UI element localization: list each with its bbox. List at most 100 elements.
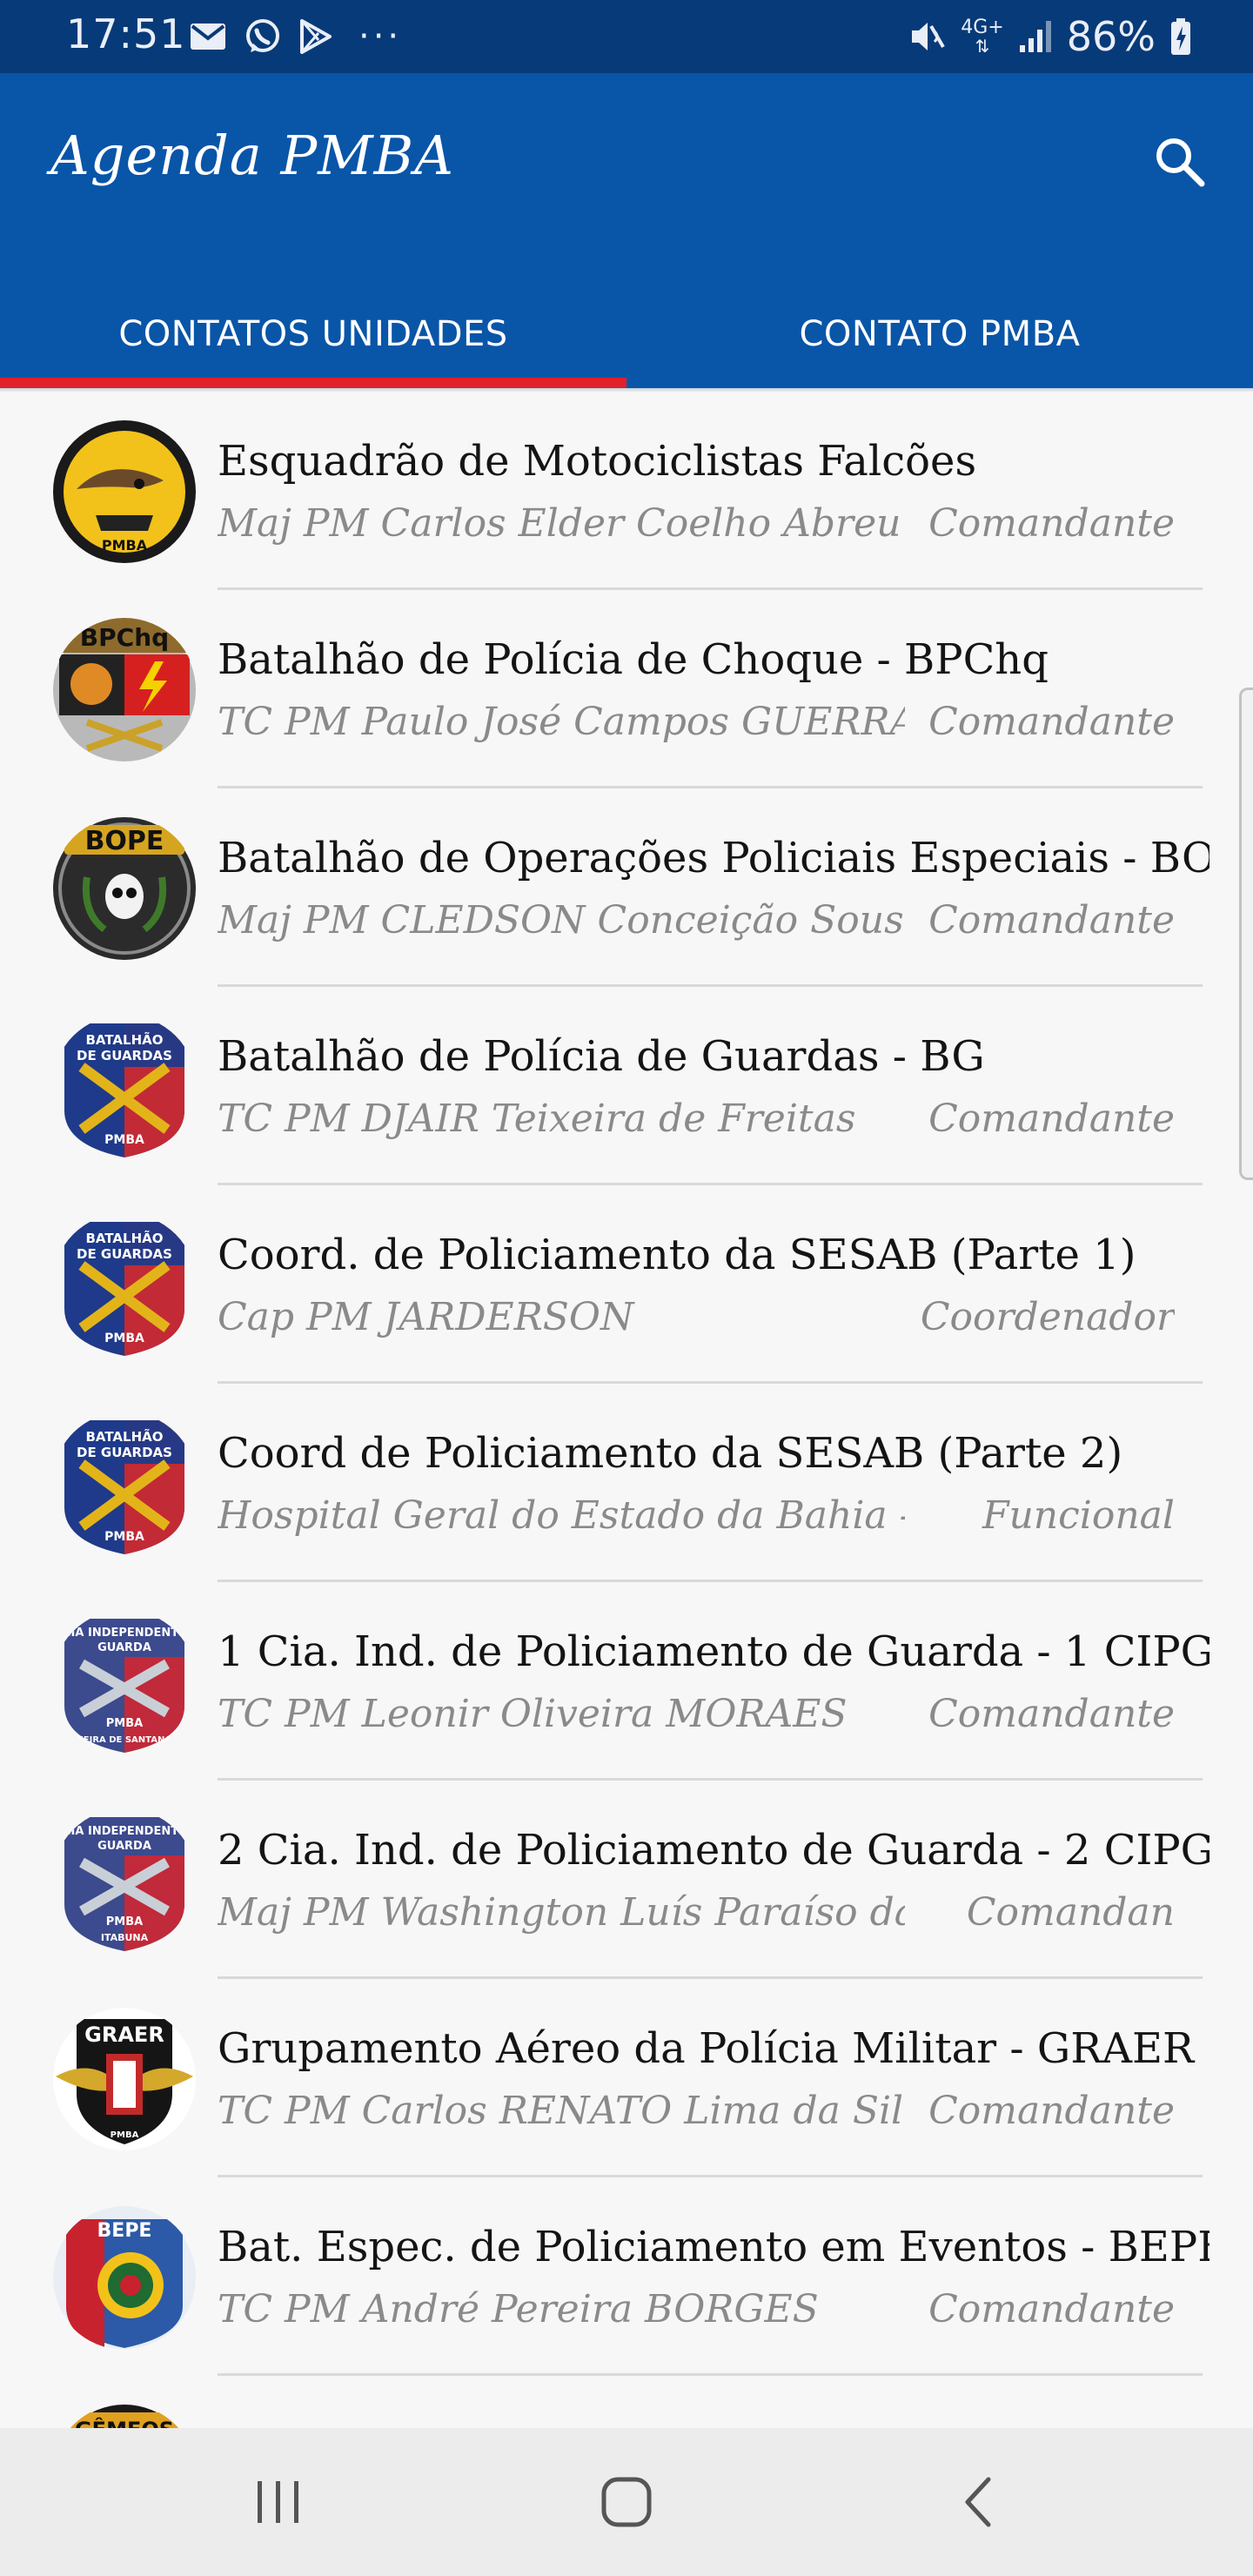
tab-bar: CONTATOS UNIDADES CONTATO PMBA <box>0 280 1253 388</box>
contact-name: Cap PM JARDERSON <box>218 1295 634 1339</box>
contact-name: Maj PM CLEDSON Conceição Sousa <box>218 898 905 943</box>
tab-label: CONTATOS UNIDADES <box>118 314 508 354</box>
svg-text:PMBA: PMBA <box>104 1332 144 1345</box>
bpchq-badge-logo: BPChq <box>52 618 197 762</box>
contact-role: Coordenador <box>920 1295 1175 1339</box>
recent-apps-icon <box>258 2481 298 2523</box>
svg-text:DE GUARDAS: DE GUARDAS <box>77 1048 172 1063</box>
bg-badge-logo: BATALHÃO DE GUARDAS PMBA <box>52 1015 197 1159</box>
falcao-badge-logo: PMBA <box>52 419 197 564</box>
battery-percent: 86% <box>1066 13 1156 60</box>
contact-title: Batalhão de Operações Policiais Especiai… <box>218 834 1209 882</box>
contact-role: Comandan <box>966 1890 1175 1935</box>
list-item[interactable]: CIA INDEPENDENTE GUARDA PMBA FEIRA DE SA… <box>0 1582 1253 1781</box>
list-item[interactable]: BEPE Bat. Espec. de Policiamento em Even… <box>0 2177 1253 2376</box>
svg-text:BATALHÃO: BATALHÃO <box>85 1428 163 1445</box>
home-icon <box>601 2477 652 2527</box>
logo-text: BPChq <box>80 623 169 652</box>
more-dots-icon: ··· <box>358 17 403 57</box>
graer-badge-logo: GRAER PMBA <box>52 2007 197 2151</box>
recent-apps-button[interactable] <box>226 2463 331 2541</box>
list-item[interactable]: BOPE Batalhão de Operações Policiais Esp… <box>0 788 1253 987</box>
list-item[interactable]: BATALHÃO DE GUARDAS PMBA Coord de Polici… <box>0 1384 1253 1582</box>
search-button[interactable] <box>1140 122 1218 200</box>
home-button[interactable] <box>574 2463 679 2541</box>
contact-name: TC PM DJAIR Teixeira de Freitas <box>218 1097 856 1141</box>
logo-text: GÊMEOS <box>75 2417 174 2428</box>
contact-role: Comandante <box>928 2287 1175 2331</box>
status-time: 17:51 <box>66 10 186 57</box>
svg-text:PMBA: PMBA <box>104 1133 144 1147</box>
contact-name: TC PM Paulo José Campos GUERRA <box>218 700 905 744</box>
bg-badge-logo: BATALHÃO DE GUARDAS PMBA <box>52 1213 197 1358</box>
contact-role: Comandante <box>928 1097 1175 1141</box>
network-type-icon: 4G+ ⇅ <box>961 17 1004 57</box>
list-item[interactable]: BPChq Batalhão de Polícia de Choque - BP… <box>0 590 1253 788</box>
mail-icon <box>190 23 226 50</box>
list-item[interactable]: GRAER PMBA Grupamento Aéreo da Polícia M… <box>0 1979 1253 2177</box>
data-arrows-icon: ⇅ <box>975 36 990 57</box>
battery-charging-icon <box>1169 17 1192 56</box>
list-item[interactable]: BATALHÃO DE GUARDAS PMBA Batalhão de Pol… <box>0 987 1253 1185</box>
svg-text:GUARDA: GUARDA <box>97 1641 151 1654</box>
logo-text: BOPE <box>85 826 164 856</box>
contact-role: Funcional <box>982 1493 1175 1538</box>
svg-text:GUARDA: GUARDA <box>97 1840 151 1853</box>
contact-name: Maj PM Carlos Elder Coelho Abreu <box>218 501 901 546</box>
svg-text:CIA INDEPENDENTE: CIA INDEPENDENTE <box>63 1825 186 1838</box>
svg-text:PMBA: PMBA <box>104 1530 144 1544</box>
back-button[interactable] <box>926 2463 1030 2541</box>
svg-text:BATALHÃO: BATALHÃO <box>85 1230 163 1246</box>
gemeos-badge-logo: GÊMEOS <box>52 2404 197 2428</box>
list-item[interactable]: PMBA Esquadrão de Motociclistas Falcões … <box>0 392 1253 590</box>
list-item[interactable]: CIA INDEPENDENTE GUARDA PMBA ITABUNA 2 C… <box>0 1781 1253 1979</box>
network-type-label: 4G+ <box>961 17 1004 38</box>
status-bar: 17:51 ··· 4G+ ⇅ 86% <box>0 0 1253 73</box>
search-icon <box>1156 138 1205 187</box>
contact-title: Coord de Policiamento da SESAB (Parte 2) <box>218 1429 1123 1478</box>
scrollbar-thumb[interactable] <box>1239 688 1253 1180</box>
contact-title: Bat. Espec. de Policiamento em Eventos -… <box>218 2223 1209 2271</box>
contact-title: 1 Cia. Ind. de Policiamento de Guarda - … <box>218 1627 1209 1676</box>
system-icons: 4G+ ⇅ 86% <box>908 12 1192 61</box>
svg-text:DE GUARDAS: DE GUARDAS <box>77 1246 172 1262</box>
svg-text:PMBA: PMBA <box>106 1717 143 1730</box>
notification-icons: ··· <box>190 14 402 59</box>
svg-text:BATALHÃO: BATALHÃO <box>85 1031 163 1048</box>
contact-name: TC PM André Pereira BORGES <box>218 2287 819 2331</box>
cipgd-badge-logo: CIA INDEPENDENTE GUARDA PMBA ITABUNA <box>52 1808 197 1953</box>
tab-label: CONTATO PMBA <box>799 314 1081 354</box>
contact-title: 2 Cia. Ind. de Policiamento de Guarda - … <box>218 1826 1209 1875</box>
svg-text:PMBA: PMBA <box>111 2130 139 2140</box>
contact-title: Batalhão de Polícia de Choque - BPChq <box>218 635 1049 684</box>
svg-text:PMBA: PMBA <box>106 1915 143 1929</box>
navigation-bar <box>0 2428 1253 2576</box>
logo-text: PMBA <box>102 537 148 553</box>
logo-text: BEPE <box>97 2220 152 2242</box>
whatsapp-icon <box>244 17 282 56</box>
contact-role: Comandante <box>928 2089 1175 2133</box>
play-store-icon <box>299 19 332 54</box>
bepe-badge-logo: BEPE <box>52 2205 197 2350</box>
bg-badge-logo: BATALHÃO DE GUARDAS PMBA <box>52 1412 197 1556</box>
list-item[interactable]: BATALHÃO DE GUARDAS PMBA Coord. de Polic… <box>0 1185 1253 1384</box>
logo-text: ITABUNA <box>101 1932 149 1943</box>
signal-icon <box>1018 19 1053 54</box>
contact-name: Hospital Geral do Estado da Bahia - <box>218 1493 905 1538</box>
list-item[interactable]: GÊMEOS <box>0 2376 1253 2428</box>
contact-role: Comandante <box>928 700 1175 744</box>
app-bar: Agenda PMBA CONTATOS UNIDADES CONTATO PM… <box>0 73 1253 388</box>
contact-role: Comandante <box>928 898 1175 943</box>
contact-title: Esquadrão de Motociclistas Falcões <box>218 437 977 486</box>
app-title: Agenda PMBA <box>50 124 454 187</box>
cipgd-badge-logo: CIA INDEPENDENTE GUARDA PMBA FEIRA DE SA… <box>52 1610 197 1754</box>
contact-name: TC PM Carlos RENATO Lima da Silva <box>218 2089 905 2133</box>
contacts-list[interactable]: PMBA Esquadrão de Motociclistas Falcões … <box>0 392 1253 2428</box>
svg-text:CIA INDEPENDENTE: CIA INDEPENDENTE <box>63 1627 186 1640</box>
logo-text: FEIRA DE SANTANA <box>77 1735 171 1745</box>
svg-text:DE GUARDAS: DE GUARDAS <box>77 1445 172 1460</box>
contact-name: TC PM Leonir Oliveira MORAES <box>218 1692 848 1736</box>
tab-contato-pmba[interactable]: CONTATO PMBA <box>626 280 1253 388</box>
back-icon <box>965 2477 991 2527</box>
tab-contatos-unidades[interactable]: CONTATOS UNIDADES <box>0 280 626 388</box>
